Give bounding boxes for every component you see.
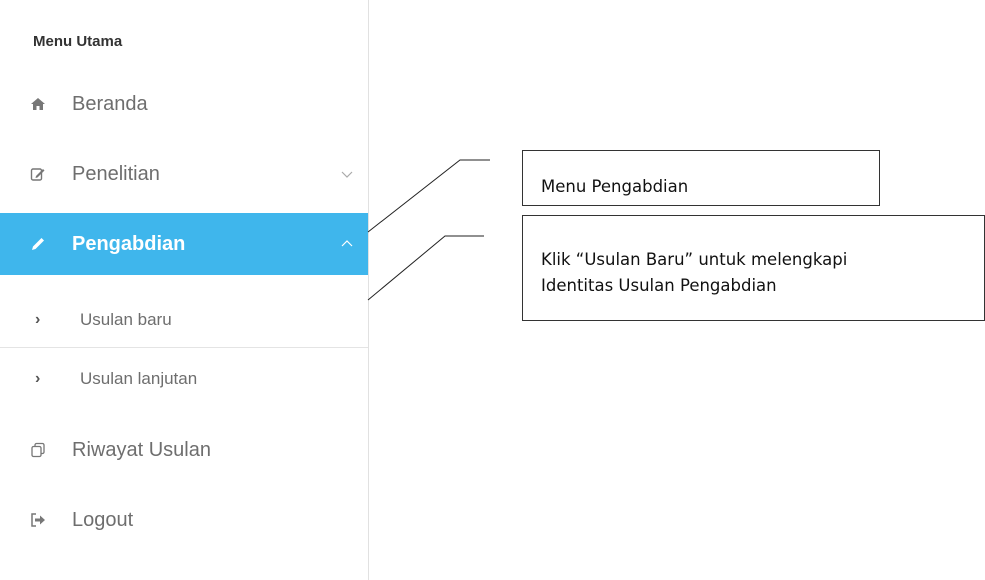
menu-header: Menu Utama <box>33 33 123 50</box>
chevron-right-icon: › <box>35 311 41 328</box>
callout-text-line2: Identitas Usulan Pengabdian <box>541 276 777 295</box>
sidebar-item-pengabdian[interactable]: Pengabdian <box>0 213 368 275</box>
sidebar-item-label: Penelitian <box>72 162 160 185</box>
sidebar-item-label: Beranda <box>72 92 148 115</box>
sidebar-item-label: Pengabdian <box>72 232 186 255</box>
sidebar-item-logout[interactable]: Logout <box>0 489 368 551</box>
chevron-down-icon <box>341 171 353 178</box>
callout-text-line1: Klik “Usulan Baru” untuk melengkapi <box>541 250 848 269</box>
divider <box>0 347 368 348</box>
leader-line-menu <box>367 159 490 233</box>
leader-line-usulan <box>367 235 484 301</box>
sidebar-item-beranda[interactable]: Beranda <box>0 73 368 135</box>
home-icon <box>27 93 49 115</box>
callout-usulan-baru: Klik “Usulan Baru” untuk melengkapi Iden… <box>522 215 985 321</box>
sign-out-icon <box>27 509 49 531</box>
sidebar-subitem-label: Usulan lanjutan <box>80 369 198 388</box>
copy-icon <box>27 439 49 461</box>
sidebar-item-label: Logout <box>72 508 134 531</box>
chevron-right-icon: › <box>35 370 41 387</box>
edit-icon <box>27 163 49 185</box>
sidebar-subitem-usulan-baru[interactable]: › Usulan baru <box>0 292 368 348</box>
sidebar-item-riwayat-usulan[interactable]: Riwayat Usulan <box>0 419 368 481</box>
sidebar-subitem-usulan-lanjutan[interactable]: › Usulan lanjutan <box>0 351 368 407</box>
pencil-icon <box>27 233 49 255</box>
chevron-up-icon <box>341 240 353 247</box>
callout-text: Menu Pengabdian <box>541 177 689 196</box>
sidebar-subitem-label: Usulan baru <box>80 310 172 329</box>
sidebar-item-label: Riwayat Usulan <box>72 438 211 461</box>
sidebar: Menu Utama Beranda Penelitian Pengabdian… <box>0 0 369 580</box>
sidebar-item-penelitian[interactable]: Penelitian <box>0 143 368 205</box>
callout-menu-pengabdian: Menu Pengabdian <box>522 150 880 206</box>
